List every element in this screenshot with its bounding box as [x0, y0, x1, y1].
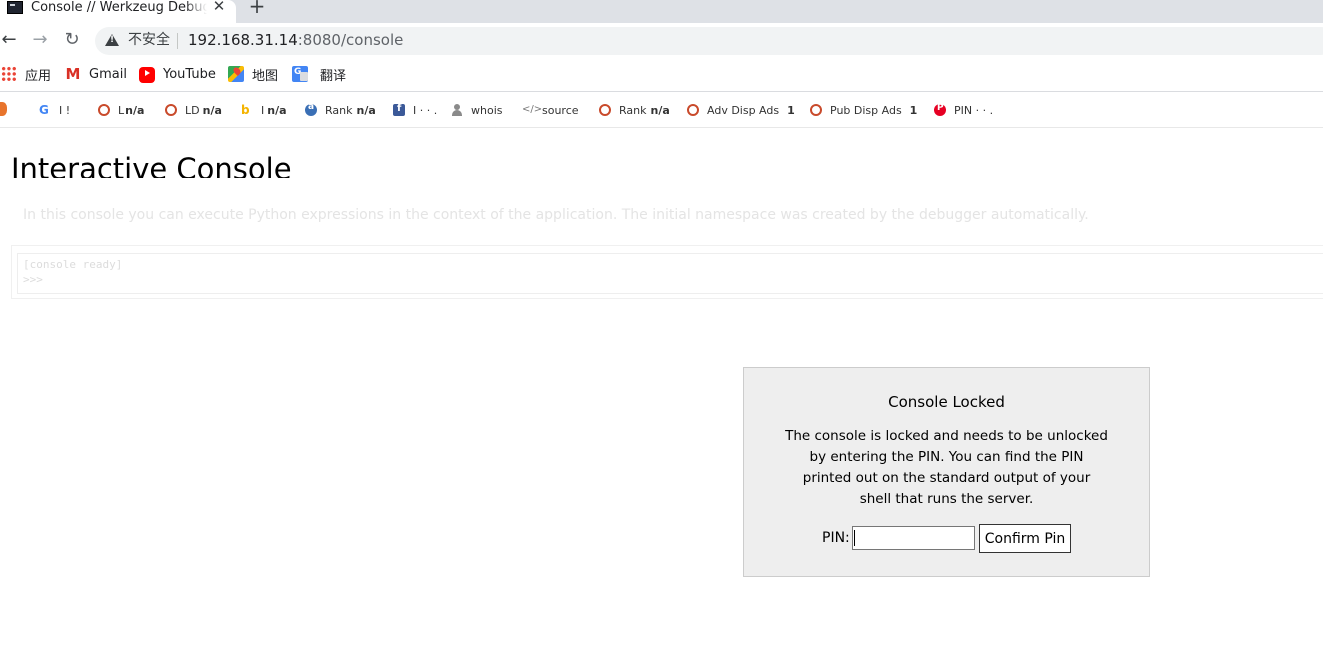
reload-button[interactable]: ↻: [63, 31, 81, 49]
seo-value: 1: [787, 103, 795, 117]
gmail-icon: M: [65, 65, 81, 83]
seo-label: Adv Disp Ads: [707, 103, 780, 117]
bookmark-translate[interactable]: 翻译: [292, 65, 347, 84]
dialog-message-line: printed out on the standard output of yo…: [802, 470, 1091, 486]
seo-value: 1: [909, 103, 918, 117]
maps-icon: [228, 66, 244, 82]
seo-label: I !: [59, 103, 71, 117]
bookmark-apps[interactable]: 应用: [1, 65, 52, 84]
seo-item-source[interactable]: </> source: [522, 102, 579, 118]
new-tab-button[interactable]: +: [248, 0, 266, 16]
page-intro: In this console you can execute Python e…: [23, 207, 1089, 223]
bookmarks-bar: 应用 M Gmail YouTube 地图 翻译: [0, 59, 1323, 92]
seo-label: whois: [471, 103, 503, 117]
bookmark-gmail[interactable]: M Gmail: [65, 65, 127, 83]
seo-value: n/a: [356, 103, 376, 117]
tab-title: Console // Werkzeug Debugger: [31, 0, 207, 16]
seo-label: I · · .: [413, 103, 438, 117]
pinterest-icon: [934, 103, 946, 116]
seo-item-pinterest[interactable]: PIN · · .: [934, 102, 993, 118]
seo-item-adv-disp-ads[interactable]: Adv Disp Ads 1: [687, 102, 795, 118]
google-icon: G: [39, 103, 49, 117]
seo-label: Rank: [619, 103, 647, 117]
dialog-message-line: shell that runs the server.: [859, 491, 1034, 507]
seo-label: Pub Disp Ads: [830, 103, 902, 117]
seo-item-bing[interactable]: b I n/a: [241, 102, 287, 118]
bookmark-label: Gmail: [89, 66, 127, 82]
seo-label: I: [261, 103, 265, 117]
page-title: Interactive Console: [11, 152, 292, 178]
pin-input[interactable]: [852, 526, 975, 550]
seo-label: source: [542, 103, 579, 117]
alexa-icon: [305, 102, 317, 116]
circle-icon: [687, 104, 699, 116]
apps-grid-icon: [1, 66, 17, 82]
seo-value: n/a: [125, 103, 145, 117]
url-path: :8080/console: [297, 31, 404, 49]
browser-toolbar: ← → ↻ 不安全 192.168.31.14:8080/console: [0, 23, 1323, 59]
seo-item-ld[interactable]: LD n/a: [165, 102, 222, 118]
bookmark-label: 地图: [252, 68, 279, 84]
circle-icon: [98, 104, 110, 116]
seo-item-google[interactable]: G I !: [39, 102, 70, 118]
pin-label: PIN:: [822, 530, 850, 546]
bing-icon: b: [241, 103, 250, 117]
close-icon[interactable]: ✕: [212, 0, 226, 15]
address-bar[interactable]: 不安全 192.168.31.14:8080/console: [95, 27, 1323, 55]
url-text[interactable]: 192.168.31.14:8080/console: [188, 32, 403, 49]
tab-console[interactable]: Console // Werkzeug Debugger ✕: [0, 0, 236, 23]
seo-label: L: [118, 103, 125, 117]
bookmark-youtube[interactable]: YouTube: [139, 65, 216, 83]
console-prompt[interactable]: >>>: [23, 273, 43, 287]
seo-label: PIN · · .: [954, 103, 994, 117]
seo-value: n/a: [202, 103, 222, 117]
facebook-icon: [393, 103, 405, 116]
back-button[interactable]: ←: [0, 31, 18, 49]
seo-item-pub-disp-ads[interactable]: Pub Disp Ads 1: [810, 102, 917, 118]
seo-item-whois[interactable]: whois: [451, 102, 503, 118]
seo-item-alexa[interactable]: Rank n/a: [305, 102, 376, 118]
bookmark-label: YouTube: [163, 66, 216, 82]
translate-icon: [292, 66, 308, 82]
seo-value: n/a: [650, 103, 670, 117]
seo-toolbar: G I ! L n/a LD n/a b I n/a Rank n/a I · …: [0, 92, 1323, 128]
dialog-message: The console is locked and needs to be un…: [744, 426, 1149, 510]
address-divider: [177, 33, 178, 49]
console-ready-line: [console ready]: [23, 258, 123, 271]
seo-item-l[interactable]: L n/a: [98, 102, 144, 118]
circle-icon: [810, 104, 822, 116]
dialog-message-line: The console is locked and needs to be un…: [785, 428, 1108, 444]
seo-item-facebook[interactable]: I · · .: [393, 102, 437, 118]
warning-icon[interactable]: [105, 34, 119, 46]
confirm-pin-button[interactable]: Confirm Pin: [979, 524, 1071, 553]
circle-icon: [599, 104, 611, 116]
text-caret: [854, 530, 855, 546]
seo-label: LD: [185, 103, 200, 117]
extension-logo-icon[interactable]: [0, 102, 7, 116]
dialog-message-line: by entering the PIN. You can find the PI…: [809, 449, 1084, 465]
bookmark-maps[interactable]: 地图: [228, 65, 279, 84]
forward-button[interactable]: →: [31, 31, 49, 49]
bookmark-label: 翻译: [320, 68, 347, 84]
circle-icon: [165, 104, 177, 116]
code-icon: </>: [522, 104, 543, 115]
dialog-title: Console Locked: [888, 393, 1005, 411]
bookmark-label: 应用: [25, 68, 52, 84]
pin-prompt-dialog: Console Locked The console is locked and…: [743, 367, 1150, 577]
youtube-icon: [139, 67, 155, 83]
security-label[interactable]: 不安全: [128, 32, 170, 49]
terminal-icon: [7, 1, 23, 14]
url-host: 192.168.31.14: [188, 31, 298, 49]
console: [console ready] >>>: [11, 245, 1323, 299]
seo-item-rank[interactable]: Rank n/a: [599, 102, 670, 118]
seo-value: n/a: [267, 103, 287, 117]
seo-label: Rank: [325, 103, 353, 117]
console-output: [console ready] >>>: [17, 253, 1323, 294]
tab-strip: Console // Werkzeug Debugger ✕ +: [0, 0, 1323, 23]
user-icon: [451, 104, 463, 116]
